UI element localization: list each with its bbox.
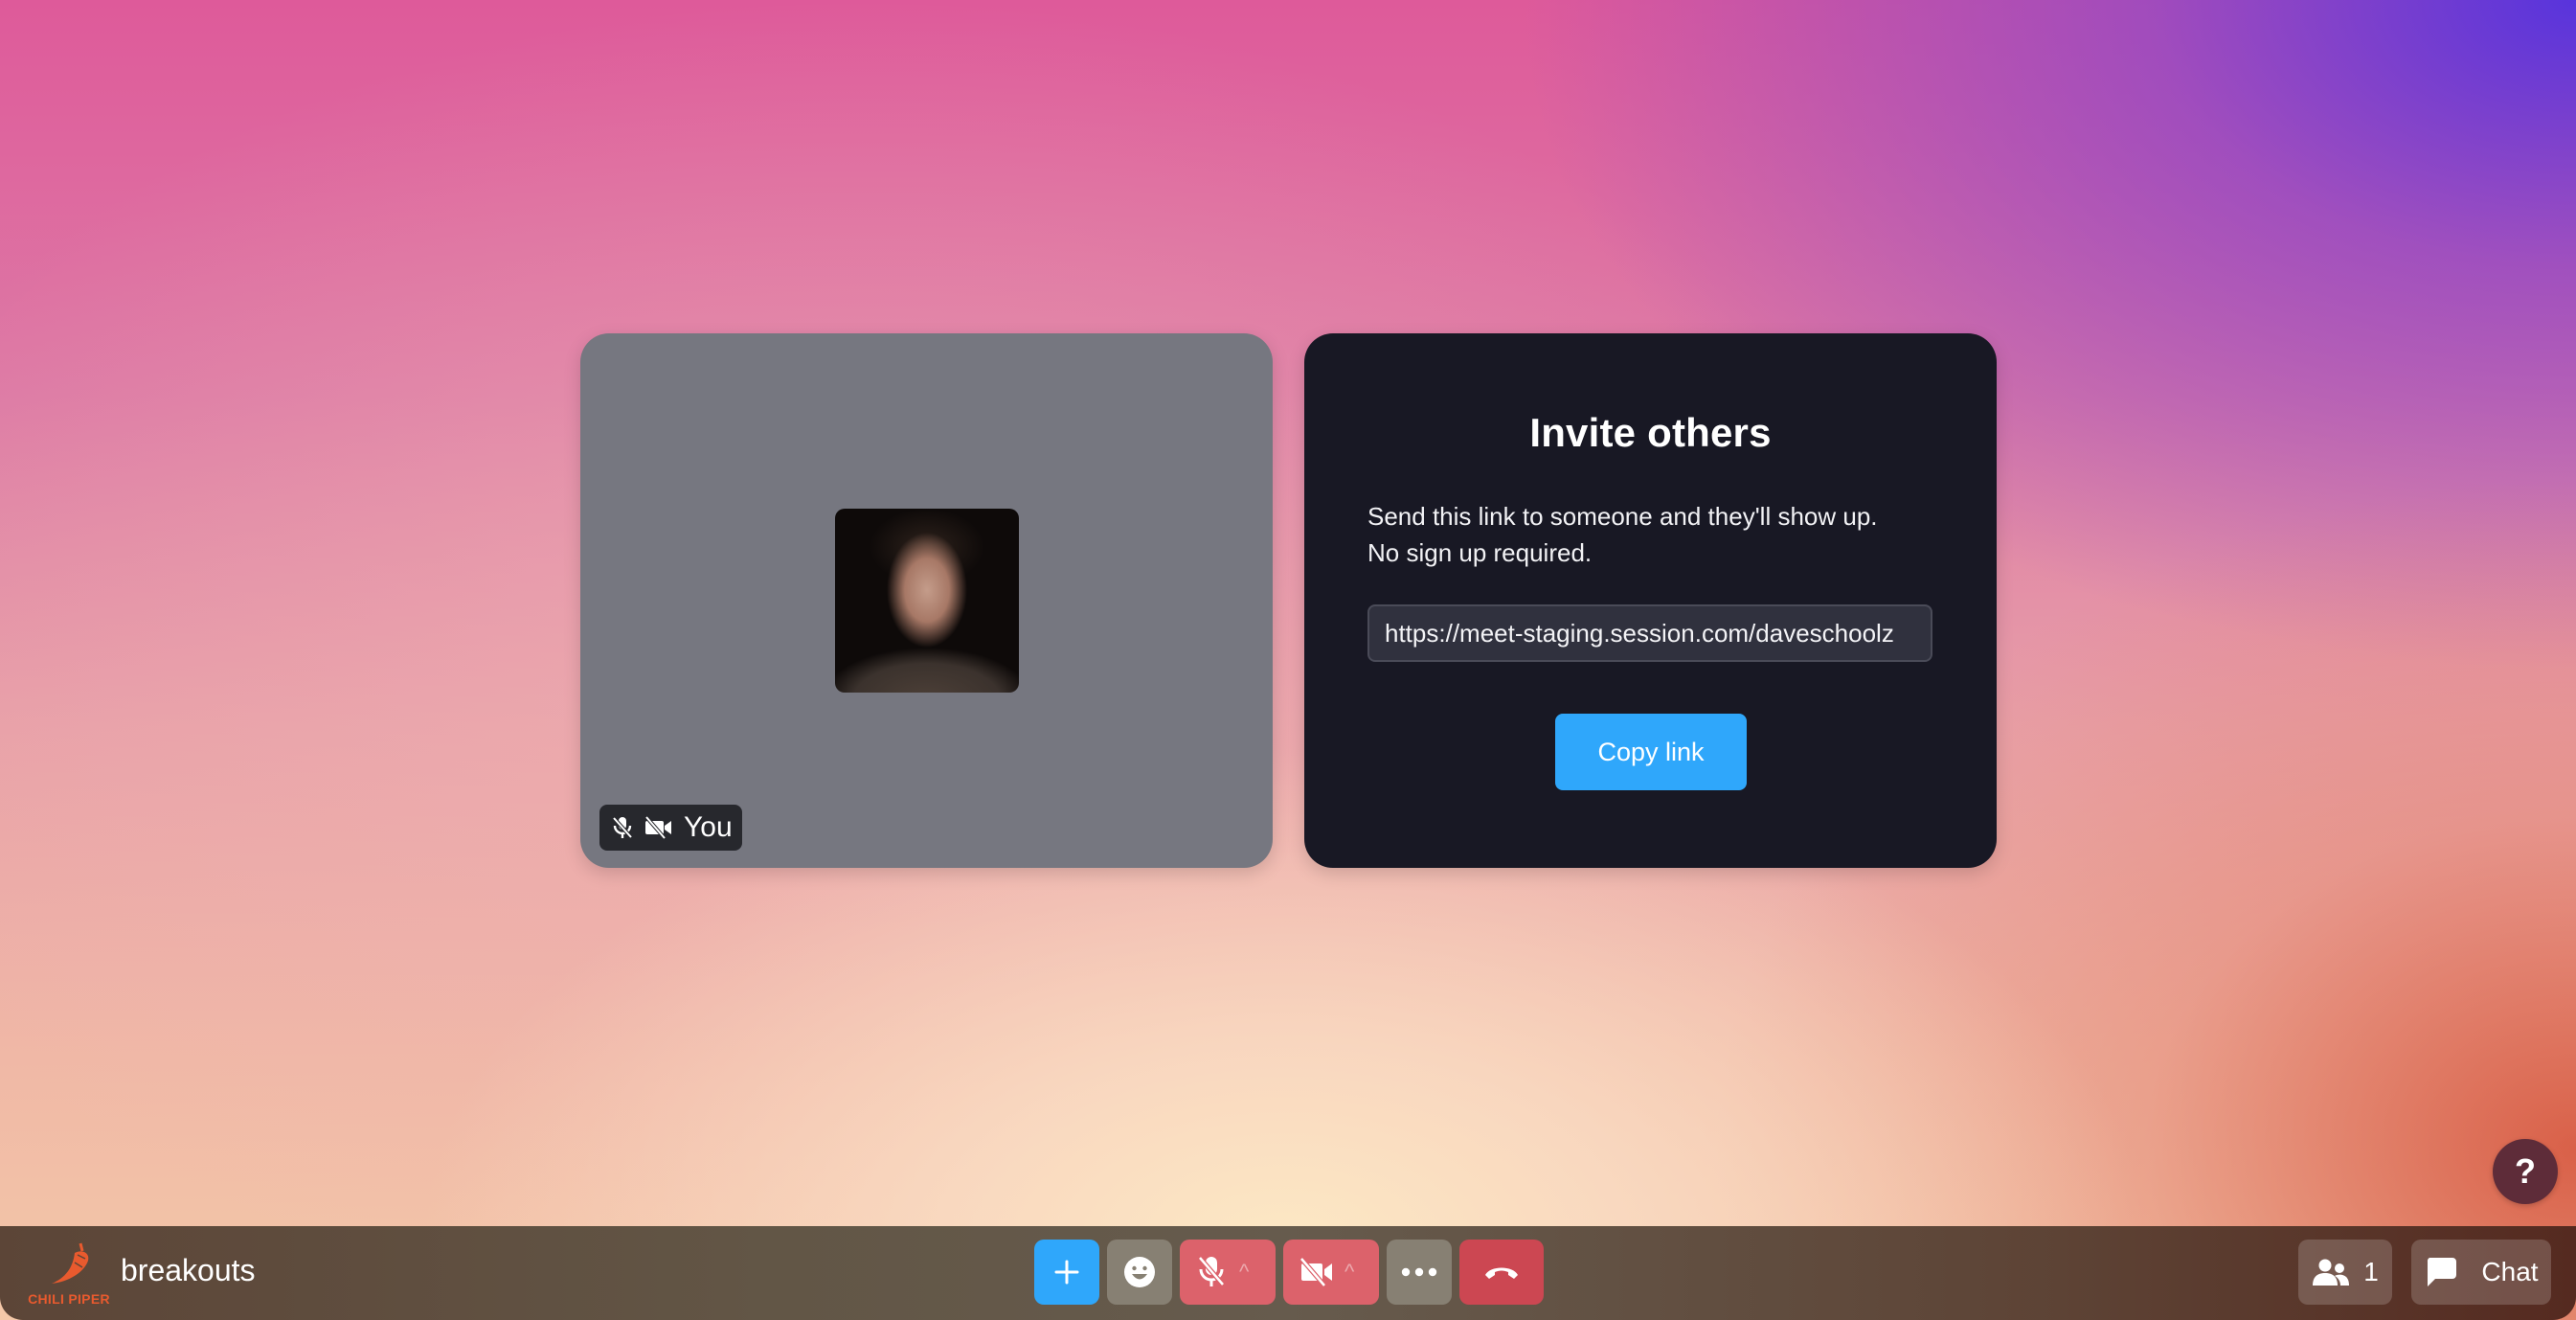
camera-toggle-button[interactable]: ^ [1283,1240,1379,1305]
reactions-button[interactable] [1107,1240,1172,1305]
participants-button[interactable]: 1 [2298,1240,2392,1305]
participant-name: You [684,811,733,843]
plus-icon [1054,1260,1079,1285]
room-name: breakouts [121,1253,256,1287]
help-button[interactable]: ? [2493,1139,2558,1204]
chili-pepper-icon [52,1242,89,1284]
invite-description-line: No sign up required. [1367,538,1593,567]
smiley-icon [1124,1257,1155,1287]
participant-count: 1 [2363,1257,2379,1286]
chat-label: Chat [2481,1257,2539,1286]
mic-off-icon [611,815,634,840]
invite-description-line: Send this link to someone and they'll sh… [1367,502,1878,531]
participant-avatar [835,509,1019,693]
invite-link-input[interactable] [1367,604,1932,662]
brand-logo: CHILI PIPER [25,1240,113,1307]
meeting-stage: You Invite others Send this link to some… [0,0,2576,1320]
more-options-button[interactable] [1387,1240,1452,1305]
invite-title: Invite others [1529,410,1772,455]
copy-link-button[interactable]: Copy link [1555,714,1747,790]
participant-name-tag: You [599,805,742,851]
camera-off-icon [644,816,674,839]
phone-hangup-icon [1485,1267,1518,1279]
chat-bubble-icon [2428,1258,2457,1286]
camera-options-caret[interactable]: ^ [1344,1262,1354,1283]
question-mark-icon: ? [2515,1151,2536,1191]
camera-off-icon [1299,1257,1332,1287]
leave-call-button[interactable] [1459,1240,1544,1305]
mic-options-caret[interactable]: ^ [1239,1262,1249,1283]
invite-description: Send this link to someone and they'll sh… [1367,498,1939,571]
self-video-tile: You [580,333,1273,868]
add-button[interactable] [1034,1240,1099,1305]
microphone-toggle-button[interactable]: ^ [1180,1240,1276,1305]
people-icon [2313,1259,2350,1286]
chat-button[interactable]: Chat [2411,1240,2551,1305]
invite-card: Invite others Send this link to someone … [1304,333,1997,868]
mic-off-icon [1198,1256,1225,1286]
bottom-toolbar: CHILI PIPER breakouts ^ ^ 1 Chat [0,1226,2576,1320]
ellipsis-icon [1401,1267,1437,1277]
brand-name: CHILI PIPER [28,1291,110,1307]
